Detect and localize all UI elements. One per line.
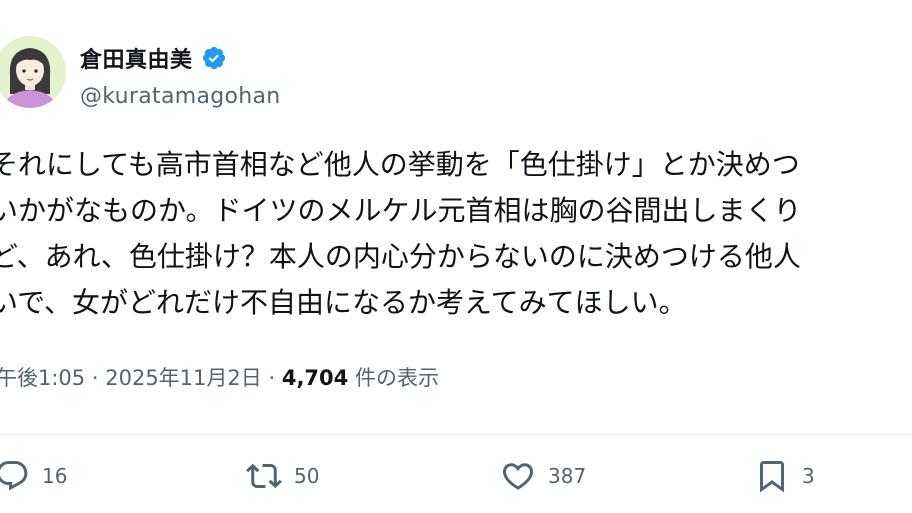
bookmark-button[interactable]: 3: [754, 458, 815, 494]
display-name[interactable]: 倉田真由美: [80, 42, 193, 74]
tweet-line-2: いかがなものか。ドイツのメルケル元首相は胸の谷間出しまくり: [0, 194, 802, 227]
author-handle[interactable]: @kuratamagohan: [80, 84, 281, 109]
tweet-line-4: いで、女がどれだけ不自由になるか考えてみてほしい。: [0, 286, 687, 319]
retweet-count: 50: [294, 464, 320, 488]
verified-badge-icon: [202, 46, 225, 70]
tweet-meta: 午後1:05 · 2025年11月2日 · 4,704 件の表示: [0, 362, 439, 392]
like-button[interactable]: 387: [500, 458, 586, 494]
tweet-line-3: ど、あれ、色仕掛け？本人の内心分からないのに決めつける他人: [0, 240, 801, 273]
reply-icon: [0, 461, 28, 491]
retweet-button[interactable]: 50: [246, 458, 319, 494]
views-label: 件の表示: [354, 366, 439, 390]
views-count: 4,704: [281, 366, 349, 390]
avatar[interactable]: [0, 36, 66, 108]
avatar-illustration: [0, 36, 66, 108]
bookmark-count: 3: [802, 464, 815, 488]
reply-count: 16: [42, 464, 68, 488]
meta-separator: ·: [268, 366, 276, 390]
tweet-text: それにしても高市首相など他人の挙動を「色仕掛け」とか決めつ いかがなものか。ドイ…: [0, 142, 912, 326]
author-name-row[interactable]: 倉田真由美: [80, 42, 227, 74]
meta-separator: ·: [91, 366, 99, 390]
tweet-date[interactable]: 2025年11月2日: [105, 366, 262, 390]
reply-button[interactable]: 16: [0, 458, 67, 494]
tweet-line-1: それにしても高市首相など他人の挙動を「色仕掛け」とか決めつ: [0, 148, 800, 181]
like-count: 387: [548, 464, 587, 488]
bookmark-icon: [760, 461, 784, 493]
tweet-detail: 倉田真由美 @kuratamagohan それにしても高市首相など他人の挙動を「…: [0, 0, 912, 513]
retweet-icon: [246, 463, 282, 489]
divider: [0, 434, 912, 435]
heart-icon: [502, 463, 534, 490]
tweet-time[interactable]: 午後1:05: [0, 366, 85, 390]
